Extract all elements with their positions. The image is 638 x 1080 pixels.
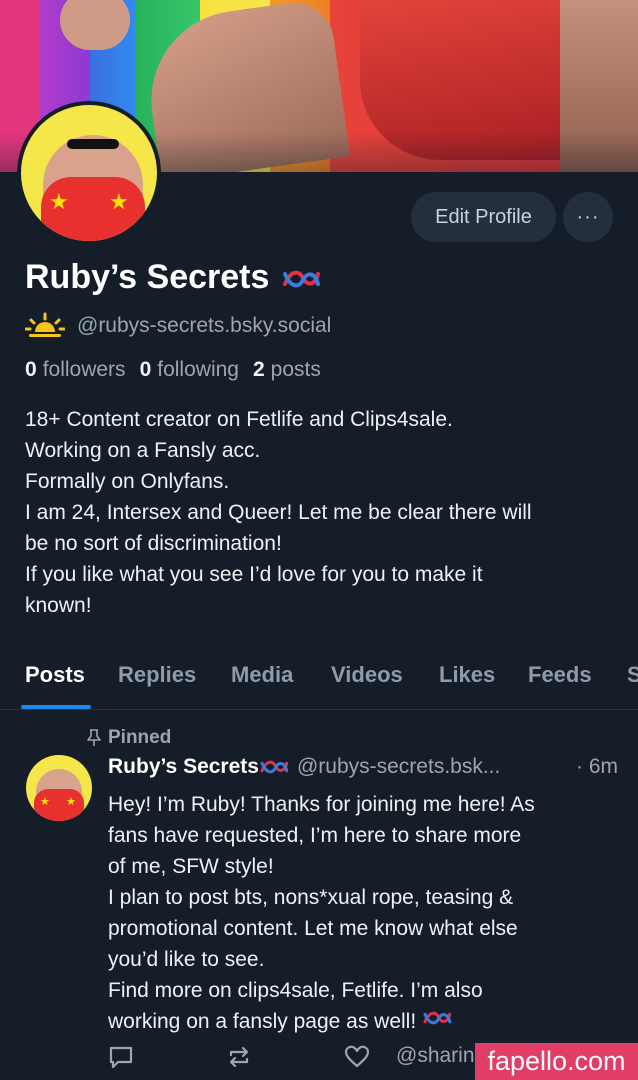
active-tab-indicator — [21, 705, 91, 709]
pinned-label: Pinned — [108, 727, 172, 748]
post-author-avatar[interactable]: ★ ★ — [26, 755, 92, 821]
tab-posts[interactable]: Posts — [25, 662, 85, 688]
star-icon: ★ — [109, 189, 129, 214]
profile-tabs: Posts Replies Media Videos Likes Feeds S — [0, 656, 638, 710]
profile-stats: 0 followers 0 following 2 posts — [25, 358, 321, 382]
tab-likes[interactable]: Likes — [439, 662, 495, 688]
star-icon: ★ — [49, 189, 69, 214]
pin-icon — [87, 729, 101, 746]
more-options-button[interactable]: ··· — [563, 192, 613, 242]
following-stat[interactable]: 0 following — [140, 358, 239, 382]
post-line: promotional content. Let me know what el… — [108, 917, 518, 940]
bio-line: I am 24, Intersex and Queer! Let me be c… — [25, 501, 532, 524]
bio-line: If you like what you see I’d love for yo… — [25, 563, 483, 586]
posts-label: posts — [270, 358, 321, 381]
rope-emoji-icon — [282, 270, 320, 288]
following-label: following — [157, 358, 239, 381]
post-timestamp[interactable]: · 6m — [576, 755, 618, 779]
bio-line: Working on a Fansly acc. — [25, 439, 261, 462]
post-line: Hey! I’m Ruby! Thanks for joining me her… — [108, 793, 535, 816]
display-name: Ruby’s Secrets — [25, 258, 321, 297]
post-line: you’d like to see. — [108, 948, 265, 971]
watermark: fapello.com — [475, 1043, 638, 1080]
post-line: of me, SFW style! — [108, 855, 274, 878]
profile-avatar[interactable]: ★ ★ — [17, 101, 161, 245]
posts-stat: 2 posts — [253, 358, 321, 382]
edit-profile-button[interactable]: Edit Profile — [411, 192, 556, 242]
banner-hand — [60, 0, 130, 50]
post-author-name[interactable]: Ruby’s Secrets — [108, 755, 259, 779]
avatar-choker — [67, 139, 119, 149]
rope-emoji-icon — [260, 760, 289, 774]
bio-line: Formally on Onlyfans. — [25, 470, 230, 493]
post-line: working on a fansly page as well! — [108, 1010, 417, 1033]
followers-stat[interactable]: 0 followers — [25, 358, 126, 382]
pinned-indicator: Pinned — [86, 727, 171, 749]
post-line-last: working on a fansly page as well! — [108, 1006, 623, 1037]
bio-line: 18+ Content creator on Fetlife and Clips… — [25, 408, 453, 431]
profile-bio: 18+ Content creator on Fetlife and Clips… — [25, 404, 625, 621]
display-name-text: Ruby’s Secrets — [25, 258, 270, 296]
post-header: Ruby’s Secrets @rubys-secrets.bsk... · 6… — [108, 755, 618, 779]
tab-videos[interactable]: Videos — [331, 662, 403, 688]
followers-label: followers — [42, 358, 126, 381]
post-line: I plan to post bts, nons*xual rope, teas… — [108, 886, 514, 909]
like-icon[interactable] — [344, 1044, 370, 1070]
followers-count: 0 — [25, 358, 37, 381]
share-preview-text: @sharin — [396, 1044, 475, 1067]
repost-icon[interactable] — [226, 1044, 252, 1070]
post-author-handle[interactable]: @rubys-secrets.bsk... — [297, 755, 500, 779]
bio-line: be no sort of discrimination! — [25, 532, 282, 555]
tab-starter-packs[interactable]: S — [627, 662, 638, 688]
post-line: Find more on clips4sale, Fetlife. I’m al… — [108, 979, 483, 1002]
posts-count: 2 — [252, 358, 265, 381]
tab-feeds[interactable]: Feeds — [528, 662, 592, 688]
profile-handle: @rubys-secrets.bsky.social — [77, 314, 332, 337]
reply-icon[interactable] — [108, 1044, 134, 1070]
following-count: 0 — [139, 358, 152, 381]
star-icon: ★ — [66, 796, 76, 808]
post-text[interactable]: Hey! I’m Ruby! Thanks for joining me her… — [108, 789, 623, 1037]
post-line: fans have requested, I’m here to share m… — [108, 824, 522, 847]
rope-emoji-icon — [423, 1011, 452, 1025]
tab-media[interactable]: Media — [231, 662, 293, 688]
handle-row: @rubys-secrets.bsky.social — [25, 312, 331, 340]
tab-replies[interactable]: Replies — [118, 662, 196, 688]
sun-icon — [25, 312, 65, 337]
star-icon: ★ — [40, 796, 50, 808]
bio-line: known! — [25, 594, 92, 617]
